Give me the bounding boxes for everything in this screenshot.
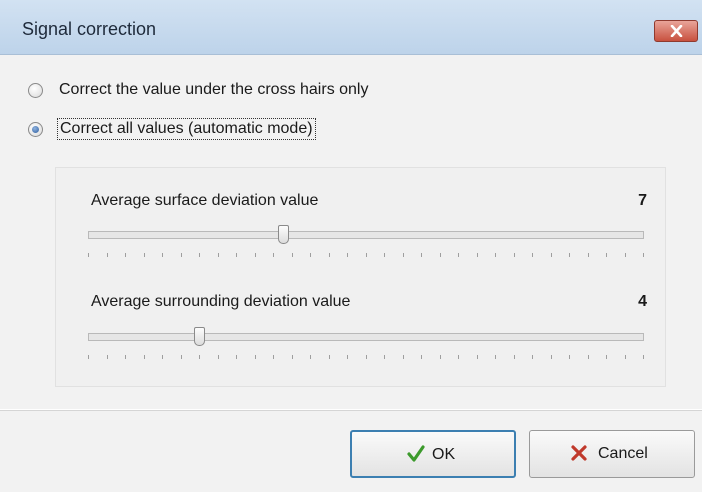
slider-tick <box>107 253 108 257</box>
slider-tick <box>366 355 367 359</box>
slider-tick <box>347 355 348 359</box>
slider-tick <box>421 355 422 359</box>
slider-tick <box>162 355 163 359</box>
slider-tick <box>532 253 533 257</box>
slider-tick <box>310 355 311 359</box>
slider-tick <box>440 355 441 359</box>
surface-deviation-slider-thumb[interactable] <box>278 225 289 244</box>
slider-tick <box>643 355 644 359</box>
dialog-content: Correct the value under the cross hairs … <box>0 55 702 409</box>
surrounding-deviation-value: 4 <box>638 293 647 310</box>
slider-tick <box>495 355 496 359</box>
slider-tick <box>643 253 644 257</box>
slider-tick <box>569 253 570 257</box>
ok-button[interactable]: OK <box>350 430 516 478</box>
close-icon <box>670 25 683 37</box>
slider-tick <box>477 253 478 257</box>
slider-tick <box>625 253 626 257</box>
slider-tick <box>236 253 237 257</box>
radio-automatic-mode[interactable] <box>28 122 43 137</box>
slider-tick <box>218 253 219 257</box>
slider-tick <box>107 355 108 359</box>
slider-tick <box>162 253 163 257</box>
surrounding-deviation-slider[interactable] <box>88 327 644 346</box>
surrounding-deviation-label: Average surrounding deviation value <box>91 293 351 310</box>
slider-tick <box>292 355 293 359</box>
surface-deviation-value: 7 <box>638 192 647 209</box>
slider-tick <box>551 355 552 359</box>
slider-tick <box>458 355 459 359</box>
slider-tick <box>236 355 237 359</box>
slider-tick <box>292 253 293 257</box>
close-button[interactable] <box>654 20 698 42</box>
slider-tick <box>384 253 385 257</box>
cancel-label: Cancel <box>598 445 648 462</box>
slider-tick <box>588 355 589 359</box>
title-bar: Signal correction <box>0 0 702 55</box>
slider-tick <box>384 355 385 359</box>
slider-tick <box>458 253 459 257</box>
slider-tick <box>588 253 589 257</box>
slider-tick <box>144 253 145 257</box>
slider-tick <box>125 253 126 257</box>
signal-correction-dialog: Signal correction Correct the value unde… <box>0 0 702 492</box>
slider-tick <box>495 253 496 257</box>
slider-tick <box>366 253 367 257</box>
slider-tick <box>440 253 441 257</box>
slider-tick <box>199 253 200 257</box>
checkmark-icon <box>407 445 425 462</box>
radio-cross-hairs-only[interactable] <box>28 83 43 98</box>
slider-tick <box>625 355 626 359</box>
surrounding-deviation-slider-thumb[interactable] <box>194 327 205 346</box>
slider-tick <box>273 253 274 257</box>
x-icon <box>571 445 587 461</box>
slider-tick <box>199 355 200 359</box>
slider-tick <box>551 253 552 257</box>
option-label: Correct all values (automatic mode) <box>57 118 316 140</box>
slider-tick <box>144 355 145 359</box>
slider-tick <box>421 253 422 257</box>
option-label: Correct the value under the cross hairs … <box>59 81 369 98</box>
dialog-title: Signal correction <box>22 19 157 39</box>
slider-tick <box>514 355 515 359</box>
slider-tick <box>329 355 330 359</box>
ok-label: OK <box>432 446 456 463</box>
slider-tick <box>606 253 607 257</box>
slider-tick <box>403 355 404 359</box>
cancel-button[interactable]: Cancel <box>529 430 695 478</box>
slider-tick <box>569 355 570 359</box>
surrounding-deviation-ticks <box>88 355 644 361</box>
slider-tick <box>477 355 478 359</box>
slider-tick <box>273 355 274 359</box>
slider-tick <box>88 253 89 257</box>
slider-tick <box>310 253 311 257</box>
slider-tick <box>255 355 256 359</box>
slider-tick <box>606 355 607 359</box>
slider-tick <box>403 253 404 257</box>
slider-tick <box>532 355 533 359</box>
surface-deviation-label: Average surface deviation value <box>91 192 319 209</box>
deviation-settings-group: Average surface deviation value 7 Averag… <box>55 167 666 387</box>
slider-tick <box>181 355 182 359</box>
slider-tick <box>218 355 219 359</box>
slider-tick <box>329 253 330 257</box>
surface-deviation-ticks <box>88 253 644 259</box>
slider-tick <box>255 253 256 257</box>
slider-tick <box>181 253 182 257</box>
slider-tick <box>125 355 126 359</box>
dialog-footer: OK Cancel <box>0 411 702 492</box>
surface-deviation-slider[interactable] <box>88 225 644 244</box>
slider-tick <box>514 253 515 257</box>
slider-tick <box>347 253 348 257</box>
slider-tick <box>88 355 89 359</box>
